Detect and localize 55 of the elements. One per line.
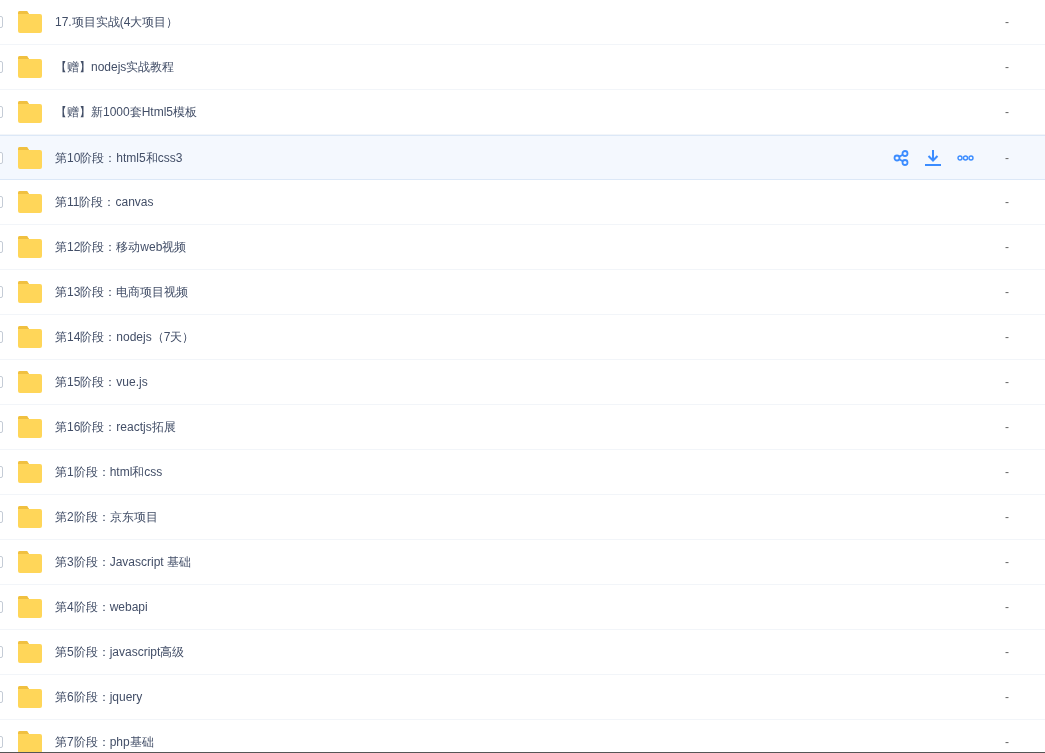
folder-icon bbox=[17, 11, 43, 33]
file-size: - bbox=[1005, 59, 1010, 76]
file-size: - bbox=[1005, 239, 1010, 256]
file-size: - bbox=[1005, 419, 1010, 436]
folder-name[interactable]: 第3阶段：Javascript 基础 bbox=[55, 553, 192, 571]
file-row[interactable]: 第10阶段：html5和css3 - bbox=[0, 135, 1045, 180]
folder-icon bbox=[17, 551, 43, 573]
folder-name[interactable]: 第15阶段：vue.js bbox=[55, 373, 148, 391]
folder-name[interactable]: 【赠】nodejs实战教程 bbox=[55, 58, 175, 76]
folder-icon bbox=[17, 641, 43, 663]
file-size: - bbox=[1005, 599, 1010, 616]
folder-name[interactable]: 第4阶段：webapi bbox=[55, 598, 148, 616]
folder-icon bbox=[17, 326, 43, 348]
folder-icon bbox=[17, 191, 43, 213]
file-size: - bbox=[1005, 104, 1010, 121]
folder-name[interactable]: 第1阶段：html和css bbox=[55, 463, 163, 481]
folder-name[interactable]: 第5阶段：javascript高级 bbox=[55, 643, 185, 661]
folder-icon bbox=[17, 416, 43, 438]
folder-name[interactable]: 【赠】新1000套Html5模板 bbox=[55, 103, 198, 121]
folder-icon bbox=[17, 56, 43, 78]
file-size: - bbox=[1005, 734, 1010, 751]
file-size: - bbox=[1005, 14, 1010, 31]
folder-icon bbox=[17, 146, 43, 169]
share-icon[interactable] bbox=[893, 149, 909, 166]
folder-icon bbox=[17, 101, 43, 123]
folder-name[interactable]: 第2阶段：京东项目 bbox=[55, 508, 158, 526]
download-icon[interactable] bbox=[924, 149, 942, 166]
folder-icon bbox=[17, 461, 43, 483]
file-size: - bbox=[1005, 194, 1010, 211]
folder-icon bbox=[17, 236, 43, 258]
folder-icon bbox=[17, 506, 43, 528]
file-size: - bbox=[1005, 374, 1010, 391]
folder-icon bbox=[17, 686, 43, 708]
more-icon[interactable] bbox=[957, 154, 974, 161]
folder-name[interactable]: 第6阶段：jquery bbox=[55, 688, 143, 706]
folder-name[interactable]: 第16阶段：reactjs拓展 bbox=[55, 418, 176, 436]
folder-icon bbox=[17, 596, 43, 618]
file-size: - bbox=[1005, 509, 1010, 526]
folder-name[interactable]: 第7阶段：php基础 bbox=[55, 733, 154, 751]
file-size: - bbox=[1005, 554, 1010, 571]
folder-icon bbox=[17, 281, 43, 303]
folder-name[interactable]: 第12阶段：移动web视频 bbox=[55, 238, 187, 256]
file-size: - bbox=[1005, 644, 1010, 661]
file-size: - bbox=[1005, 329, 1010, 346]
folder-icon bbox=[17, 371, 43, 393]
file-size: - bbox=[1005, 464, 1010, 481]
folder-name[interactable]: 第11阶段：canvas bbox=[55, 193, 154, 211]
folder-name[interactable]: 17.项目实战(4大项目） bbox=[55, 13, 179, 31]
folder-name[interactable]: 第13阶段：电商项目视频 bbox=[55, 283, 189, 301]
folder-icon bbox=[17, 731, 43, 752]
folder-name[interactable]: 第14阶段：nodejs（7天） bbox=[55, 328, 195, 346]
file-size: - bbox=[1005, 284, 1010, 301]
file-size: - bbox=[1005, 149, 1010, 167]
folder-name[interactable]: 第10阶段：html5和css3 bbox=[55, 148, 183, 167]
file-size: - bbox=[1005, 689, 1010, 706]
